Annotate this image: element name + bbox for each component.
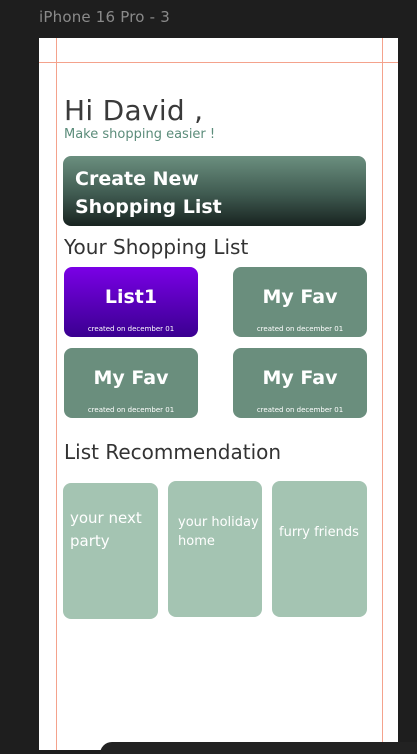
shopping-list-card[interactable]: My Fav created on december 01 bbox=[233, 348, 367, 418]
create-shopping-list-button[interactable]: Create New Shopping List bbox=[63, 156, 366, 226]
frame-title: iPhone 16 Pro - 3 bbox=[39, 8, 170, 26]
shopping-list-card[interactable]: List1 created on december 01 bbox=[64, 267, 198, 337]
list-created-date: created on december 01 bbox=[256, 325, 344, 333]
list-created-date: created on december 01 bbox=[87, 325, 175, 333]
recommendation-card-party[interactable]: your next party bbox=[63, 483, 158, 619]
shopping-list-card[interactable]: My Fav created on december 01 bbox=[233, 267, 367, 337]
shopping-list-card[interactable]: My Fav created on december 01 bbox=[64, 348, 198, 418]
list-name: My Fav bbox=[262, 286, 338, 308]
recommendation-card-furry-friends[interactable]: furry friends bbox=[272, 481, 367, 617]
recommendation-card-holiday-home[interactable]: your holiday home bbox=[168, 481, 262, 617]
list-created-date: created on december 01 bbox=[87, 406, 175, 414]
list-name: My Fav bbox=[93, 367, 169, 389]
bottom-frame-edge bbox=[100, 742, 417, 754]
shopping-list-section-title: Your Shopping List bbox=[64, 235, 249, 259]
list-created-date: created on december 01 bbox=[256, 406, 344, 414]
greeting-subtitle: Make shopping easier ! bbox=[64, 127, 216, 142]
phone-screen: Hi David , Make shopping easier ! Create… bbox=[39, 38, 398, 750]
layout-guide-right bbox=[382, 38, 383, 750]
layout-guide-left bbox=[56, 38, 57, 750]
layout-guide-top bbox=[39, 62, 398, 63]
list-name: My Fav bbox=[262, 367, 338, 389]
recommendation-section-title: List Recommendation bbox=[64, 440, 282, 464]
list-name: List1 bbox=[104, 286, 158, 308]
greeting-title: Hi David , bbox=[64, 94, 204, 127]
